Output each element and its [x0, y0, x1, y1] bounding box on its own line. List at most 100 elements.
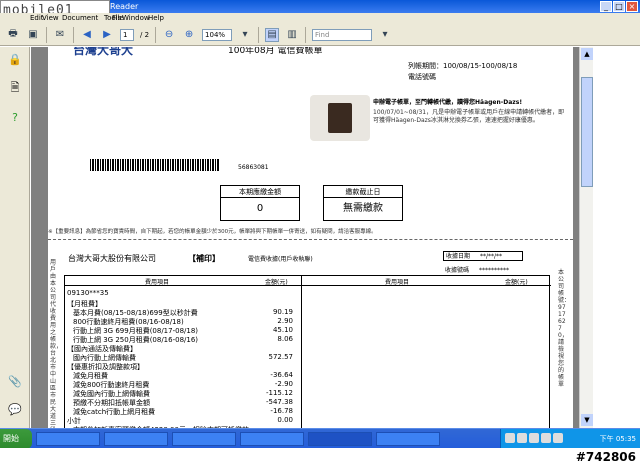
system-tray: 下午 05:35 — [500, 429, 640, 449]
close-button[interactable]: × — [626, 1, 638, 12]
col-header-amount: 金額(元) — [265, 279, 288, 286]
charge-line-amount: 8.06 — [277, 335, 293, 343]
charge-line-amount: -115.12 — [265, 389, 293, 397]
menu-item-tools[interactable]: Tools — [104, 13, 121, 24]
scroll-thumb[interactable] — [581, 77, 593, 187]
zoom-in-icon[interactable]: ⊕ — [182, 28, 196, 42]
window-controls: _ □ × — [600, 1, 638, 12]
navigation-panel: 🔒 🗎 ? 📎 💬 — [0, 47, 30, 428]
pages-icon[interactable]: 🗎 — [8, 81, 22, 95]
icecream-image — [310, 95, 370, 141]
charges-table: 費用項目 金額(元) 費用項目 金額(元) 09130***35 【月租費】 基本… — [64, 275, 551, 428]
col-header-item: 費用項目 — [145, 279, 170, 286]
charge-line-amount: 2.90 — [277, 317, 293, 325]
charge-line-amount: -2.90 — [274, 380, 293, 388]
charge-line-amount: 90.19 — [272, 308, 293, 316]
comments-icon[interactable]: 💬 — [8, 403, 22, 417]
fit-page-icon[interactable]: ▤ — [265, 27, 280, 42]
ad-body: 100/07/01~08/31，凡是申辦電子帳單或用戶在線申請轉帳代繳者，即可獲… — [373, 109, 565, 124]
bill-period: 列帳期間：100/08/15-100/08/18 — [408, 62, 518, 70]
receipt-no-label: 收據號碼 — [445, 267, 470, 274]
charge-line-amount: -547.38 — [265, 398, 293, 406]
app-window: Reader _ □ × mobile01 File Edit View Doc… — [0, 0, 640, 466]
receipt-no-value: ********** — [478, 267, 509, 274]
bill-partial-title: 100年08月 電信費帳單 — [228, 47, 323, 56]
receipt-date-label: 收據日期 — [446, 253, 471, 260]
due-label: 繳款截止日 — [324, 186, 402, 198]
ad-title: 申辦電子帳單，至門轉帳代繳，讀得您Häagen-Dazs! — [373, 99, 523, 106]
fit-width-icon[interactable]: ▥ — [285, 28, 299, 42]
prev-page-icon[interactable]: ◀ — [80, 28, 94, 42]
lock-icon[interactable]: 🔒 — [8, 53, 22, 67]
menu-item-view[interactable]: View — [42, 13, 59, 24]
charge-line-amount: -16.78 — [270, 407, 293, 415]
tray-icon[interactable] — [505, 433, 515, 443]
charge-line-amount: -36.64 — [270, 371, 293, 379]
scroll-down-icon[interactable]: ▼ — [581, 414, 593, 426]
side-note-left: 用戶由本公司代收費用之帳款，台北市中山區市民大道三段126號 — [50, 259, 63, 428]
save-icon[interactable]: ▣ — [26, 28, 40, 42]
company-name: 台灣大哥大股份有限公司 — [68, 254, 156, 263]
menu-item-document[interactable]: Document — [62, 13, 98, 24]
task-button[interactable] — [36, 432, 100, 446]
charge-line-amount: 0.00 — [277, 416, 293, 424]
notice-text: ※【重要訊息】為節省您的寶貴時間，自下期起，若您的帳單金額少於300元，帳單將與… — [48, 229, 377, 235]
task-button[interactable] — [240, 432, 304, 446]
charge-line-amount: 45.10 — [272, 326, 293, 334]
due-box: 繳款截止日 無需繳款 — [323, 185, 403, 221]
barcode-number: 56863081 — [238, 164, 269, 171]
zoom-dropdown-icon[interactable]: ▾ — [238, 28, 252, 42]
taskbar: 開始 下午 05:35 — [0, 428, 640, 449]
minimize-button[interactable]: _ — [600, 1, 612, 12]
carrier-logo: 台灣大哥大 — [73, 47, 134, 57]
task-button[interactable] — [104, 432, 168, 446]
attach-icon[interactable]: ✉ — [53, 28, 67, 42]
menu-item-help[interactable]: Help — [148, 13, 164, 24]
charge-line-amount: 572.57 — [268, 353, 294, 361]
window-title: Reader — [110, 2, 139, 11]
menu-bar: File Edit View Document Tools Window Hel… — [0, 13, 640, 24]
reprint-label: 【補印】 — [188, 254, 220, 263]
task-button[interactable] — [172, 432, 236, 446]
receipt-date-box: 收據日期 **/**/** — [443, 251, 523, 261]
task-button[interactable] — [308, 432, 372, 446]
side-note-right: 本公司帳號：97176270，請檢視您的帳單 — [558, 269, 571, 388]
tray-icon[interactable] — [541, 433, 551, 443]
document-page: 台灣大哥大 100年08月 電信費帳單 列帳期間：100/08/15-100/0… — [48, 47, 573, 428]
col-header-item-right: 費用項目 — [385, 279, 410, 286]
watermark-id: #742806 — [0, 448, 640, 466]
amount-label: 本期應繳金額 — [221, 186, 299, 198]
page-total: / 2 — [140, 30, 150, 39]
help-icon[interactable]: ? — [8, 111, 22, 125]
page-number-input[interactable]: 1 — [120, 28, 134, 41]
next-page-icon[interactable]: ▶ — [100, 28, 114, 42]
receipt-date-value: **/**/** — [479, 253, 502, 260]
tray-icon[interactable] — [529, 433, 539, 443]
attachment-icon[interactable]: 📎 — [8, 375, 22, 389]
bill-phone-label: 電話號碼 — [408, 73, 436, 81]
col-header-amount-right: 金額(元) — [505, 279, 528, 286]
vertical-scrollbar[interactable]: ▲ ▼ — [579, 47, 593, 428]
find-input[interactable]: Find — [312, 28, 373, 41]
zoom-input[interactable]: 104% — [202, 28, 233, 41]
charge-line-label: 減免catch行動上網月租費 — [73, 408, 156, 416]
amount-box: 本期應繳金額 0 — [220, 185, 300, 221]
tray-icon[interactable] — [553, 433, 563, 443]
amount-value: 0 — [256, 203, 264, 214]
find-dropdown-icon[interactable]: ▾ — [378, 28, 392, 42]
zoom-out-icon[interactable]: ⊖ — [162, 28, 176, 42]
toolbar: 🖶 ▣ ✉ ◀ ▶ 1 / 2 ⊖ ⊕ 104% ▾ ▤ ▥ Find ▾ — [0, 24, 640, 46]
menu-item-window[interactable]: Window — [122, 13, 150, 24]
due-value: 無需繳款 — [343, 203, 383, 214]
print-icon[interactable]: 🖶 — [6, 28, 20, 42]
task-button[interactable] — [376, 432, 440, 446]
clock: 下午 05:35 — [599, 435, 636, 443]
account-number: 09130***35 — [67, 289, 109, 297]
start-button[interactable]: 開始 — [0, 429, 32, 449]
document-viewer[interactable]: 台灣大哥大 100年08月 電信費帳單 列帳期間：100/08/15-100/0… — [31, 47, 579, 428]
scroll-up-icon[interactable]: ▲ — [581, 48, 593, 60]
maximize-button[interactable]: □ — [613, 1, 625, 12]
barcode — [90, 159, 220, 171]
receipt-no: 收據號碼 ********** — [445, 265, 509, 274]
tray-icon[interactable] — [517, 433, 527, 443]
